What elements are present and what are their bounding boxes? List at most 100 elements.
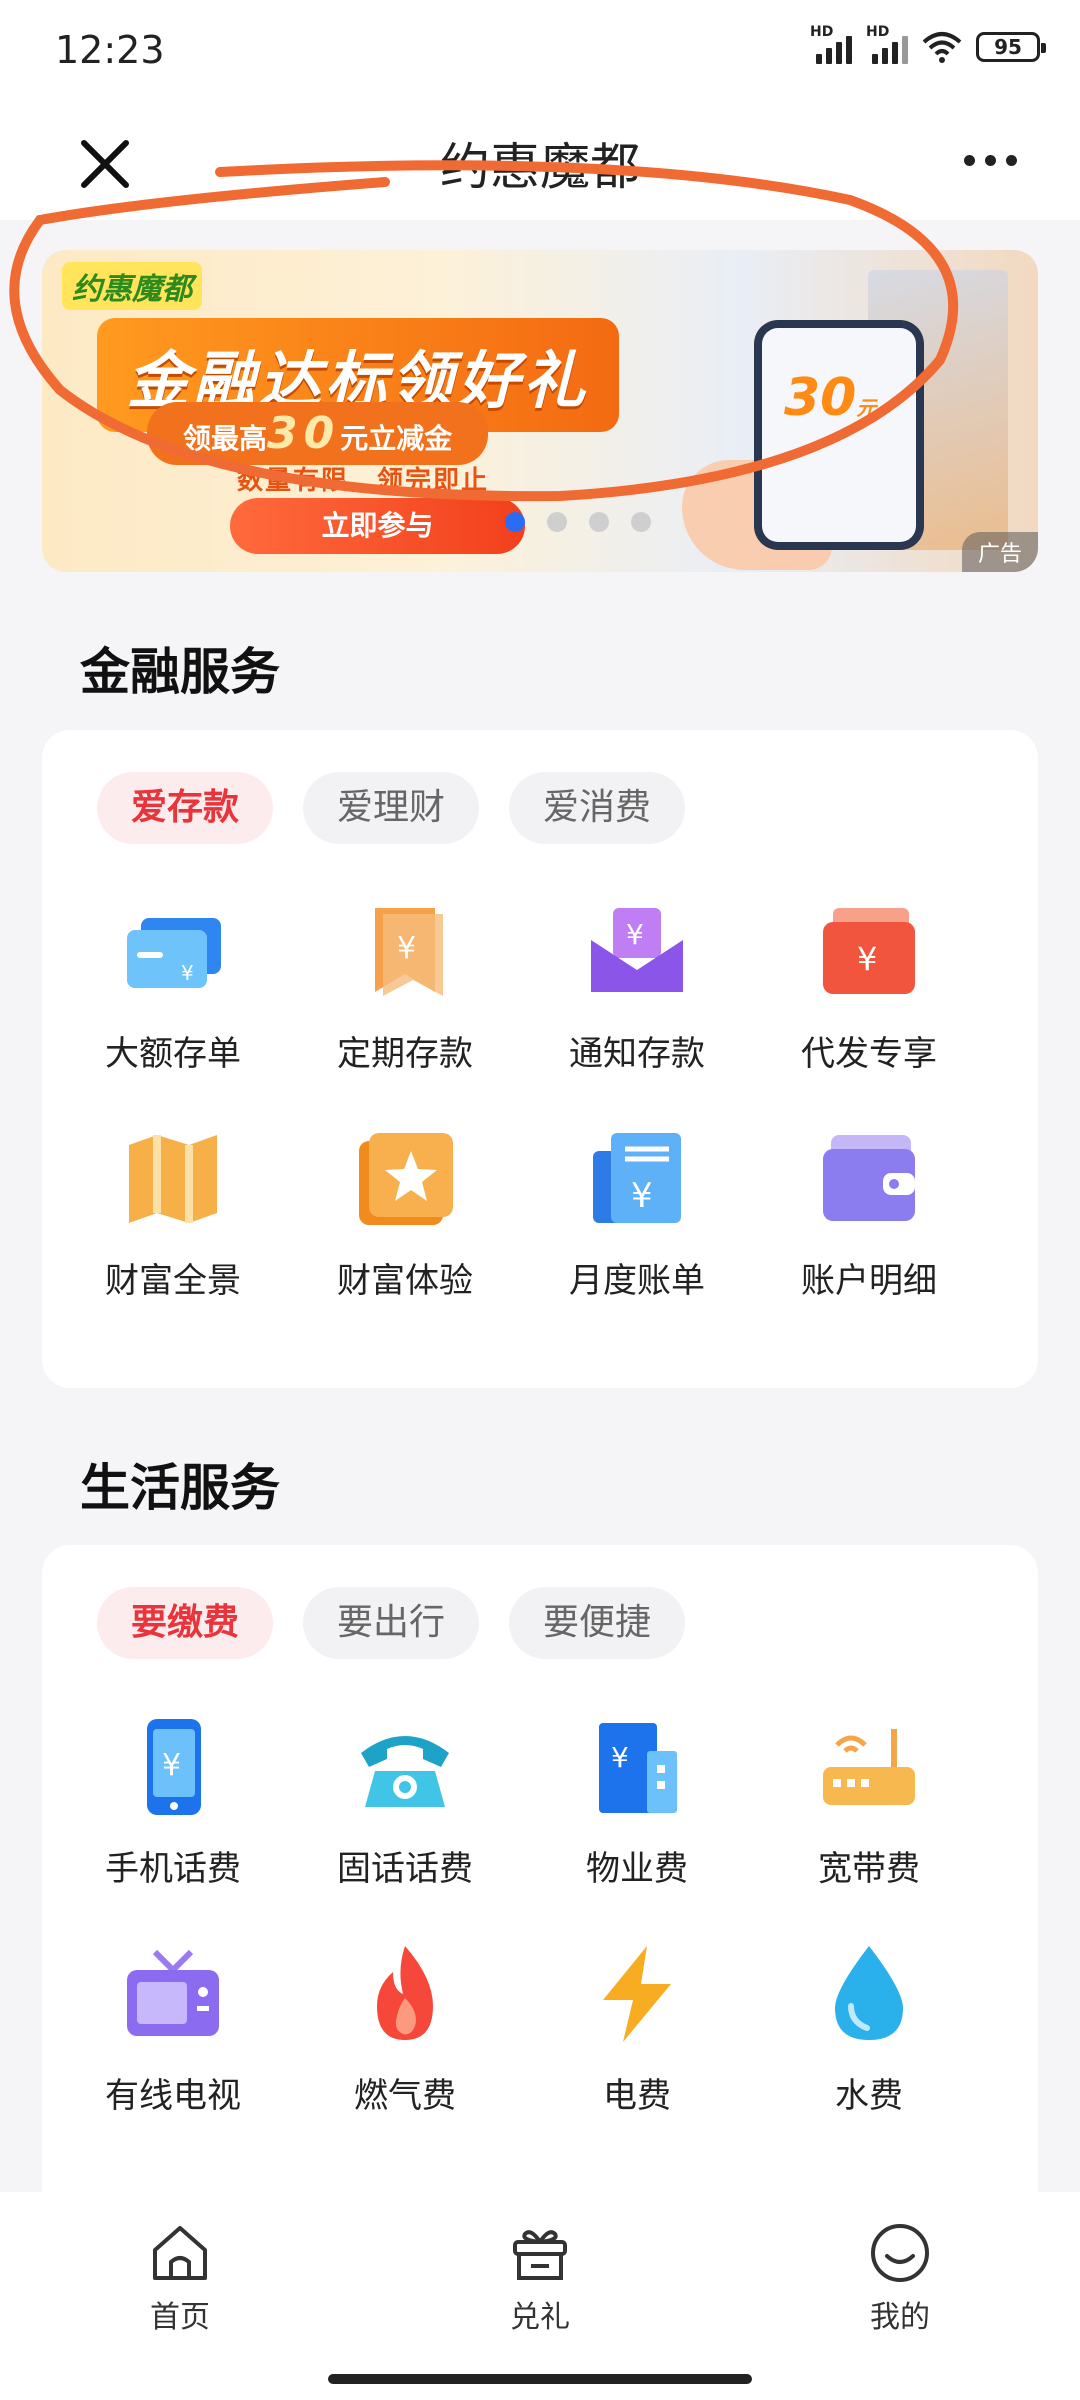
water-drop-icon (817, 1942, 921, 2046)
wifi-icon (922, 32, 962, 63)
battery-icon: 95 (976, 32, 1046, 62)
svg-text:¥: ¥ (181, 961, 194, 985)
page-title: 约惠魔都 (440, 138, 640, 196)
router-icon (817, 1715, 921, 1819)
signal-icon: HD (866, 24, 908, 64)
life-tabs: 要缴费 要出行 要便捷 (97, 1587, 686, 1659)
life-section-title: 生活服务 (80, 1459, 280, 1517)
life-item-label: 固话话费 (337, 1849, 473, 1889)
life-item-property-fee[interactable]: ¥ 物业费 (521, 1715, 753, 1890)
title-bar: 约惠魔都 (0, 105, 1080, 220)
carousel-dot[interactable] (505, 512, 525, 532)
status-icons: HD HD 95 (810, 24, 1046, 64)
finance-item-account-detail[interactable]: 账户明细 (753, 1127, 985, 1302)
life-item-label: 物业费 (586, 1849, 688, 1889)
star-book-icon (353, 1127, 457, 1231)
svg-text:¥: ¥ (611, 1741, 629, 1774)
yuan-wallet-icon: ¥ (817, 900, 921, 1004)
life-item-electricity-fee[interactable]: 电费 (521, 1942, 753, 2117)
life-item-water-fee[interactable]: 水费 (753, 1942, 985, 2117)
tv-icon (121, 1942, 225, 2046)
mobile-icon: ¥ (121, 1715, 225, 1819)
finance-item-label: 定期存款 (337, 1034, 473, 1074)
tab-wealth[interactable]: 爱理财 (303, 772, 480, 844)
card-icon: ¥ (121, 900, 225, 1004)
svg-text:¥: ¥ (857, 940, 877, 978)
life-item-label: 手机话费 (105, 1849, 241, 1889)
subline-prefix: 领最高 (183, 422, 268, 455)
carousel-indicator[interactable] (505, 512, 651, 532)
more-icon[interactable] (955, 135, 1025, 185)
finance-item-label: 月度账单 (569, 1261, 705, 1301)
svg-text:¥: ¥ (162, 1748, 181, 1783)
home-icon (153, 2226, 207, 2280)
life-grid: ¥ 手机话费 固话话费 ¥ 物业费 宽带费 有线电视 燃气费 电费 水费 (57, 1715, 987, 2117)
finance-item-wealth-overview[interactable]: 财富全景 (57, 1127, 289, 1302)
finance-item-label: 财富体验 (337, 1261, 473, 1301)
finance-item-wealth-trial[interactable]: 财富体验 (289, 1127, 521, 1302)
life-item-landline-fee[interactable]: 固话话费 (289, 1715, 521, 1890)
banner-subline: 领最高30元立减金 (147, 402, 489, 465)
nav-label: 兑礼 (510, 2300, 570, 2335)
status-time: 12:23 (55, 28, 165, 72)
finance-item-label: 账户明细 (801, 1261, 937, 1301)
flame-icon (353, 1942, 457, 2046)
finance-tabs: 爱存款 爱理财 爱消费 (97, 772, 686, 844)
lightning-icon (585, 1942, 689, 2046)
bill-icon: ¥ (585, 1127, 689, 1231)
svg-text:¥: ¥ (397, 931, 416, 966)
map-icon (121, 1127, 225, 1231)
phone-amount: 30元 (784, 368, 877, 428)
finance-item-notice-deposit[interactable]: ¥ 通知存款 (521, 900, 753, 1075)
hd-label: HD (866, 24, 890, 40)
tab-deposit[interactable]: 爱存款 (97, 772, 274, 844)
life-item-label: 电费 (603, 2076, 671, 2116)
nav-label: 我的 (870, 2300, 930, 2335)
life-item-label: 燃气费 (354, 2076, 456, 2116)
tab-pay-bills[interactable]: 要缴费 (97, 1587, 274, 1659)
tab-travel[interactable]: 要出行 (303, 1587, 480, 1659)
finance-item-large-cd[interactable]: ¥ 大额存单 (57, 900, 289, 1075)
finance-item-monthly-bill[interactable]: ¥ 月度账单 (521, 1127, 753, 1302)
carousel-dot[interactable] (589, 512, 609, 532)
finance-item-label: 通知存款 (569, 1034, 705, 1074)
life-item-broadband-fee[interactable]: 宽带费 (753, 1715, 985, 1890)
svg-text:¥: ¥ (626, 918, 644, 951)
finance-item-fixed-deposit[interactable]: ¥ 定期存款 (289, 900, 521, 1075)
finance-section-title: 金融服务 (80, 643, 280, 701)
life-item-cable-tv[interactable]: 有线电视 (57, 1942, 289, 2117)
hd-label: HD (810, 24, 834, 40)
phone-illustration: 30元 (754, 320, 924, 550)
status-bar: 12:23 HD HD 95 (0, 0, 1080, 105)
banner-note: 数量有限，领完即止 (237, 466, 490, 496)
svg-text:¥: ¥ (631, 1176, 653, 1216)
promo-banner[interactable]: 约惠魔都 金融达标领好礼 领最高30元立减金 数量有限，领完即止 立即参与 30… (42, 250, 1038, 572)
building-icon: ¥ (585, 1715, 689, 1819)
join-now-button[interactable]: 立即参与 (230, 498, 525, 554)
wallet-icon (817, 1127, 921, 1231)
signal-icon: HD (810, 24, 852, 64)
carousel-dot[interactable] (547, 512, 567, 532)
subline-amount: 30 (267, 408, 341, 459)
bottom-nav: 首页 兑礼 我的 (0, 2192, 1080, 2400)
ad-badge: 广告 (961, 532, 1038, 572)
life-item-mobile-fee[interactable]: ¥ 手机话费 (57, 1715, 289, 1890)
home-indicator[interactable] (328, 2374, 752, 2384)
life-card: 要缴费 要出行 要便捷 ¥ 手机话费 固话话费 ¥ 物业费 宽带费 有线电视 燃… (42, 1545, 1038, 2245)
smile-icon (871, 2224, 929, 2282)
finance-item-label: 大额存单 (105, 1034, 241, 1074)
finance-item-label: 代发专享 (801, 1034, 937, 1074)
telephone-icon (353, 1715, 457, 1819)
nav-label: 首页 (150, 2300, 210, 2335)
finance-item-payroll[interactable]: ¥ 代发专享 (753, 900, 985, 1075)
life-item-gas-fee[interactable]: 燃气费 (289, 1942, 521, 2117)
carousel-dot[interactable] (631, 512, 651, 532)
nav-home[interactable]: 首页 (100, 2220, 260, 2336)
life-item-label: 宽带费 (818, 1849, 920, 1889)
tab-convenience[interactable]: 要便捷 (509, 1587, 686, 1659)
battery-level: 95 (994, 35, 1022, 59)
nav-gift[interactable]: 兑礼 (460, 2220, 620, 2336)
nav-mine[interactable]: 我的 (820, 2220, 980, 2336)
tab-consume[interactable]: 爱消费 (509, 772, 686, 844)
finance-card: 爱存款 爱理财 爱消费 ¥ 大额存单 ¥ 定期存款 ¥ 通知存款 ¥ 代发专享 (42, 730, 1038, 1388)
